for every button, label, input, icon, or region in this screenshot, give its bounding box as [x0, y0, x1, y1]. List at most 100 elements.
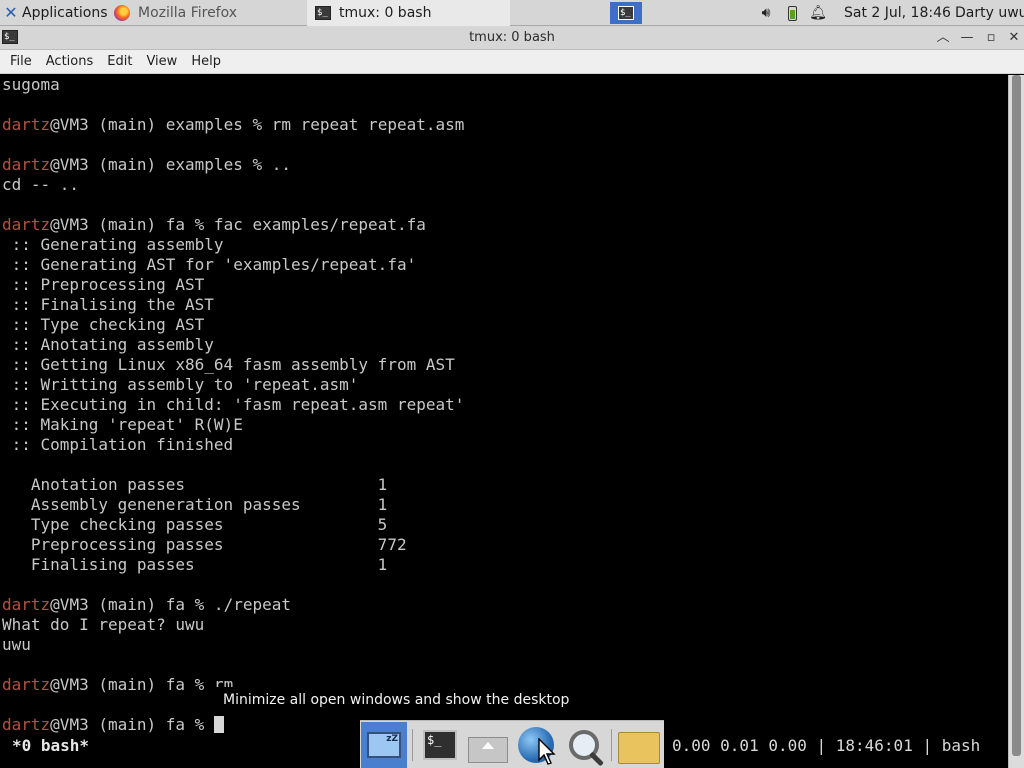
window-titlebar[interactable]: $_ tmux: 0 bash ︿ — ▫ ✕	[0, 26, 1024, 50]
terminal-line: :: Writting assembly to 'repeat.asm'	[2, 375, 464, 395]
prompt-command: @VM3 (main) fa % ./repeat	[50, 595, 291, 614]
prompt-user: dartz	[2, 675, 51, 694]
terminal-icon: $_	[423, 730, 457, 760]
output-text: uwu	[2, 635, 31, 654]
output-text: :: Anotating assembly	[2, 335, 214, 354]
terminal-line: cd -- ..	[2, 175, 464, 195]
prompt-command: @VM3 (main) fa % rm	[50, 675, 234, 694]
close-button[interactable]: ✕	[1005, 29, 1023, 47]
xfce-icon: ✕	[4, 3, 18, 22]
prompt-user: dartz	[2, 595, 51, 614]
output-text: :: Making 'repeat' R(W)E	[2, 415, 243, 434]
output-text: Anotation passes 1	[2, 475, 388, 494]
output-text: :: Compilation finished	[2, 435, 234, 454]
prompt-command: @VM3 (main) examples % rm repeat repeat.…	[50, 115, 465, 134]
firefox-icon	[114, 5, 130, 21]
volume-icon[interactable]: 🔊︎	[758, 5, 774, 21]
show-desktop-button[interactable]	[361, 722, 407, 768]
scrollbar-thumb[interactable]	[1012, 75, 1021, 756]
battery-icon	[787, 5, 797, 21]
menu-view[interactable]: View	[139, 54, 184, 69]
menu-file[interactable]: File	[3, 54, 39, 69]
terminal-line: :: Preprocessing AST	[2, 275, 464, 295]
menu-actions[interactable]: Actions	[39, 54, 101, 69]
applications-menu[interactable]: ✕ Applications	[0, 0, 110, 26]
terminal-line: :: Generating assembly	[2, 235, 464, 255]
terminal-line: :: Anotating assembly	[2, 335, 464, 355]
user-menu[interactable]: Darty uwu	[955, 0, 1024, 26]
terminal-line: :: Finalising the AST	[2, 295, 464, 315]
menu-help[interactable]: Help	[184, 54, 228, 69]
terminal-line: :: Getting Linux x86_64 fasm assembly fr…	[2, 355, 464, 375]
taskbar-item-tmux[interactable]: $_ tmux: 0 bash	[307, 0, 510, 26]
output-text: :: Generating AST for 'examples/repeat.f…	[2, 255, 417, 274]
minimize-button[interactable]: —	[958, 29, 976, 47]
terminal-line: :: Making 'repeat' R(W)E	[2, 415, 464, 435]
output-text: :: Writting assembly to 'repeat.asm'	[2, 375, 359, 394]
output-text: :: Finalising the AST	[2, 295, 214, 314]
dock-terminal-launcher[interactable]: $_	[417, 722, 463, 768]
menubar: File Actions Edit View Help	[0, 50, 1024, 74]
output-text: Type checking passes 5	[2, 515, 388, 534]
terminal-line: sugoma	[2, 75, 464, 95]
output-text: :: Type checking AST	[2, 315, 205, 334]
prompt-user: dartz	[2, 155, 51, 174]
bell-icon[interactable]: 🔔︎	[809, 5, 827, 21]
menu-edit[interactable]: Edit	[100, 54, 139, 69]
applications-label: Applications	[22, 5, 108, 21]
output-text: cd -- ..	[2, 175, 80, 194]
home-folder-icon	[468, 737, 508, 763]
output-text: :: Executing in child: 'fasm repeat.asm …	[2, 395, 465, 414]
prompt-command: @VM3 (main) examples % ..	[50, 155, 291, 174]
output-text: Assembly geneneration passes 1	[2, 495, 388, 514]
terminal-line: What do I repeat? uwu	[2, 615, 464, 635]
terminal-lines: sugoma dartz@VM3 (main) examples % rm rep…	[2, 75, 464, 735]
prompt-user: dartz	[2, 715, 51, 734]
taskbar-item-label: Mozilla Firefox	[138, 5, 238, 21]
terminal-line: dartz@VM3 (main) fa % ./repeat	[2, 595, 464, 615]
output-text: What do I repeat? uwu	[2, 615, 205, 634]
output-text: :: Preprocessing AST	[2, 275, 205, 294]
folder-icon	[618, 732, 660, 764]
terminal-line: :: Generating AST for 'examples/repeat.f…	[2, 255, 464, 275]
dock-search-launcher[interactable]	[561, 722, 607, 768]
dock-files-launcher[interactable]	[616, 722, 662, 768]
show-desktop-icon	[367, 732, 401, 758]
terminal-line: uwu	[2, 635, 464, 655]
scrollbar[interactable]	[1008, 75, 1024, 768]
terminal-icon: $_	[315, 6, 331, 20]
prompt-command: @VM3 (main) fa %	[50, 715, 214, 734]
taskbar-item-firefox[interactable]: Mozilla Firefox	[111, 0, 306, 26]
terminal-icon: $_	[618, 6, 634, 20]
output-text: :: Getting Linux x86_64 fasm assembly fr…	[2, 355, 455, 374]
chevron-up-icon[interactable]: ︿	[934, 29, 952, 47]
output-text: Finalising passes 1	[2, 555, 388, 574]
dock-home-launcher[interactable]	[465, 722, 511, 768]
terminal-line: :: Type checking AST	[2, 315, 464, 335]
clock[interactable]: Sat 2 Jul, 18:46	[844, 0, 951, 26]
taskbar-item-label: tmux: 0 bash	[339, 5, 432, 21]
window-title: tmux: 0 bash	[469, 30, 555, 45]
dock-separator	[611, 729, 612, 761]
tmux-window-list: *0 bash*	[12, 736, 90, 755]
terminal-line: Anotation passes 1	[2, 475, 464, 495]
terminal-line: :: Executing in child: 'fasm repeat.asm …	[2, 395, 465, 415]
search-icon	[569, 730, 599, 760]
terminal-line: dartz@VM3 (main) examples % rm repeat re…	[2, 115, 464, 135]
terminal-line: Finalising passes 1	[2, 555, 464, 575]
terminal-line: :: Compilation finished	[2, 435, 464, 455]
maximize-button[interactable]: ▫	[982, 29, 1000, 47]
terminal-line: dartz@VM3 (main) examples % ..	[2, 155, 464, 175]
terminal-line: Assembly geneneration passes 1	[2, 495, 464, 515]
prompt-user: dartz	[2, 115, 51, 134]
system-tray: 🔊︎ 🔔︎	[758, 0, 827, 26]
prompt-command: @VM3 (main) fa % fac examples/repeat.fa	[50, 215, 426, 234]
workspace-switcher-button[interactable]: $_	[610, 2, 642, 24]
prompt-user: dartz	[2, 215, 51, 234]
terminal-output[interactable]: sugoma dartz@VM3 (main) examples % rm rep…	[0, 75, 1008, 768]
battery-indicator[interactable]	[784, 5, 800, 21]
